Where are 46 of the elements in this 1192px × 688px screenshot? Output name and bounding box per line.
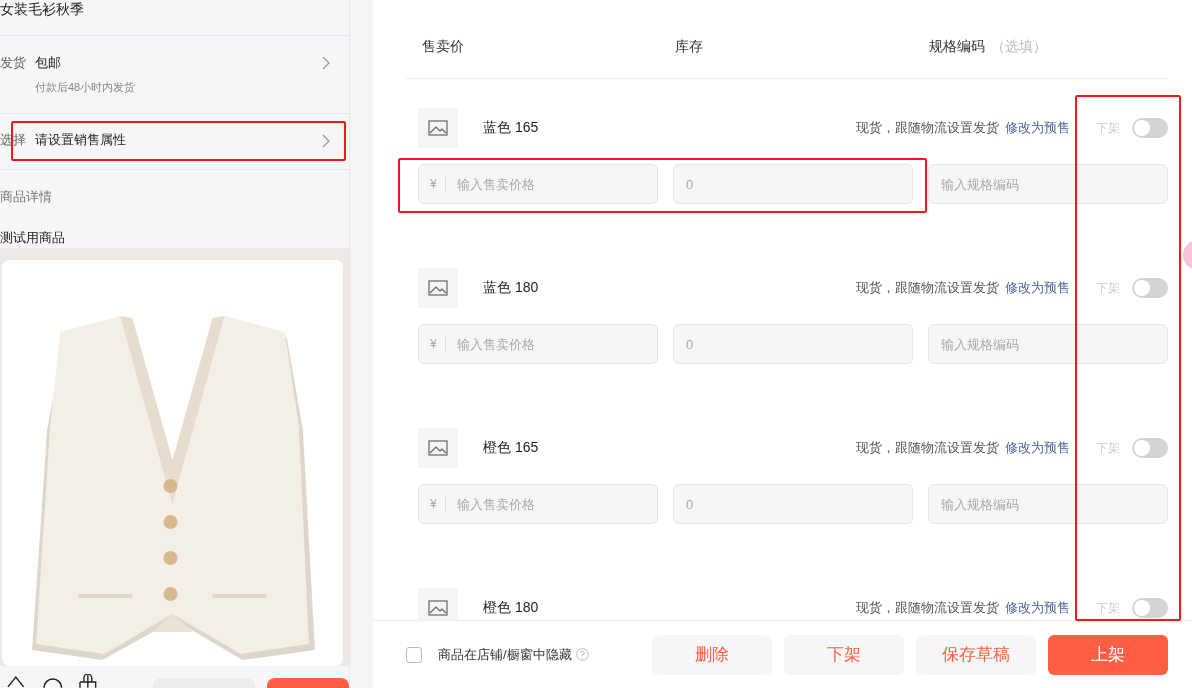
- code-field[interactable]: 输入规格编码: [928, 484, 1168, 524]
- image-placeholder-icon[interactable]: [418, 108, 458, 148]
- toggle-switch[interactable]: [1132, 118, 1168, 138]
- toggle-switch[interactable]: [1132, 438, 1168, 458]
- column-header: 规格编码: [929, 38, 985, 56]
- presale-link[interactable]: 修改为预售: [1005, 119, 1070, 137]
- column-hint: （选填）: [991, 38, 1047, 56]
- shipping-note: 现货，跟随物流设置发货: [856, 119, 999, 137]
- variant-name: 橙色 180: [483, 599, 540, 617]
- variant-name: 橙色 165: [483, 439, 540, 457]
- bag-icon[interactable]: [79, 674, 97, 688]
- variant-name: 蓝色 165: [483, 119, 540, 137]
- shipping-note: 现货，跟随物流设置发货: [856, 439, 999, 457]
- detail-title: 测试用商品: [0, 229, 66, 247]
- detail-heading: 商品详情: [0, 188, 53, 206]
- column-header: 库存: [675, 38, 703, 56]
- chevron-right-icon: [322, 133, 331, 148]
- home-icon[interactable]: [6, 674, 26, 688]
- buy-button[interactable]: [266, 678, 349, 688]
- chevron-right-icon: [322, 56, 331, 70]
- stock-field[interactable]: 0: [673, 164, 913, 204]
- preview-row[interactable]: 发货 包邮 付款后48小时内发货: [0, 36, 349, 114]
- product-title: 女装毛衫秋季: [0, 0, 349, 36]
- code-field[interactable]: 输入规格编码: [928, 164, 1168, 204]
- code-field[interactable]: 输入规格编码: [928, 324, 1168, 364]
- checkbox-label: 商品在店铺/橱窗中隐藏: [438, 645, 572, 664]
- row-note: 付款后48小时内发货: [35, 80, 137, 95]
- image-placeholder-icon[interactable]: [418, 268, 458, 308]
- shipping-note: 现货，跟随物流设置发货: [856, 599, 999, 617]
- presale-link[interactable]: 修改为预售: [1005, 279, 1070, 297]
- row-value: 请设置销售属性: [35, 130, 127, 149]
- column-header: 售卖价: [422, 38, 464, 56]
- checkbox[interactable]: [406, 646, 422, 663]
- image-placeholder-icon[interactable]: [418, 428, 458, 468]
- row-value: 包邮: [35, 54, 62, 72]
- row-label: 发货: [0, 54, 27, 72]
- toggle-switch[interactable]: [1132, 278, 1168, 298]
- image-placeholder-icon[interactable]: [418, 588, 458, 620]
- variant-name: 蓝色 180: [483, 279, 540, 297]
- presale-link[interactable]: 修改为预售: [1005, 599, 1070, 617]
- toggle-switch[interactable]: [1132, 598, 1168, 618]
- stock-field[interactable]: 0: [673, 484, 913, 524]
- help-icon[interactable]: [575, 648, 589, 661]
- presale-link[interactable]: 修改为预售: [1005, 439, 1070, 457]
- stock-field[interactable]: 0: [673, 324, 913, 364]
- shipping-note: 现货，跟随物流设置发货: [856, 279, 999, 297]
